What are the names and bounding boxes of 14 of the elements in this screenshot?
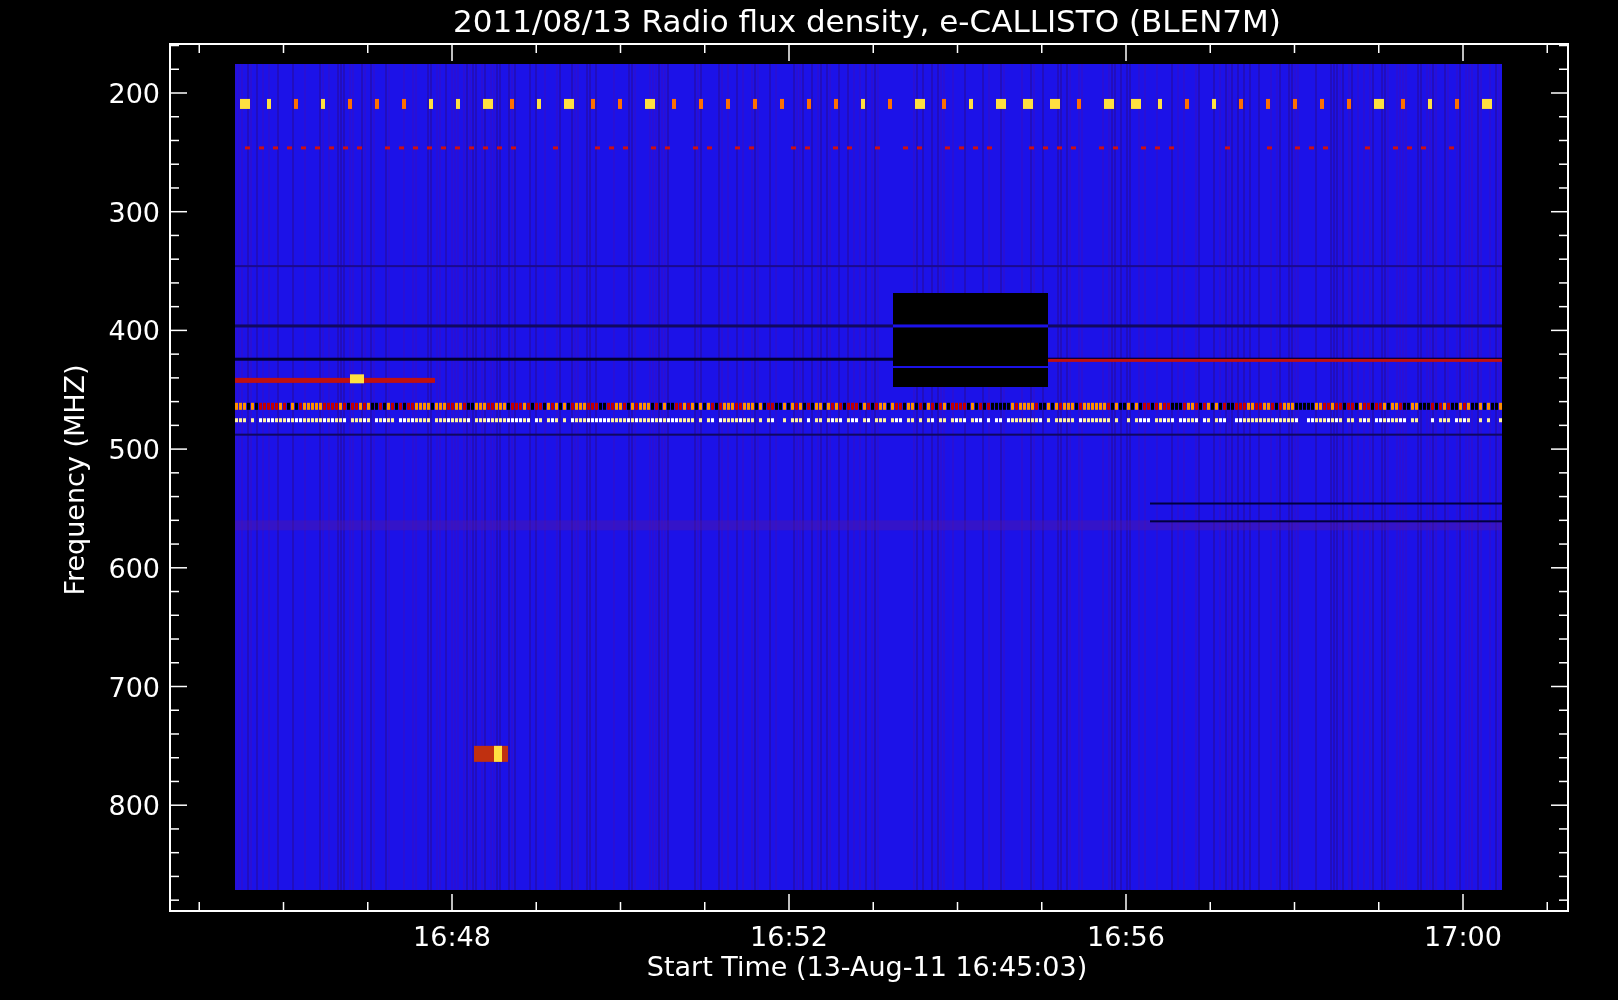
- y-tick-label: 800: [108, 790, 160, 822]
- y-tick-label: 600: [108, 552, 160, 584]
- plot-title: 2011/08/13 Radio flux density, e-CALLISTO (BLEN7M): [453, 3, 1281, 39]
- y-tick-label: 500: [108, 434, 160, 466]
- y-tick-label: 400: [108, 315, 160, 347]
- y-axis-label: Frequency (MHZ): [59, 364, 90, 596]
- x-tick-label: 17:00: [1424, 921, 1502, 952]
- y-tick-label: 300: [108, 196, 160, 228]
- y-tick-label: 200: [108, 78, 160, 109]
- x-tick-label: 16:56: [1087, 921, 1165, 952]
- x-tick-label: 16:48: [413, 921, 491, 952]
- y-tick-label: 700: [108, 671, 160, 703]
- x-axis-label: Start Time (13-Aug-11 16:45:03): [646, 951, 1088, 982]
- x-tick-label: 16:52: [750, 921, 828, 952]
